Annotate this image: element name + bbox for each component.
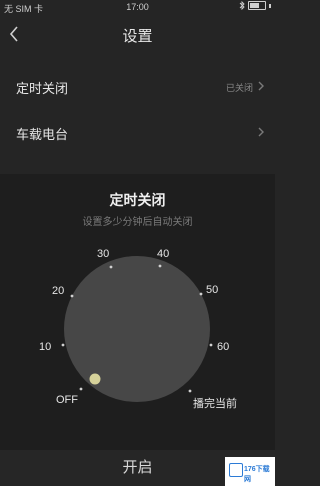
settings-menu: 定时关闭 已关闭 车载电台: [0, 64, 275, 156]
tick-label-50[interactable]: 50: [206, 284, 218, 296]
bluetooth-icon: [239, 1, 245, 10]
menu-item-car-radio[interactable]: 车载电台: [0, 110, 275, 156]
tick-dot-off: [79, 387, 83, 391]
tick-dot-60: [209, 343, 213, 347]
tick-label-10[interactable]: 10: [39, 341, 51, 353]
watermark-logo: 176下载网: [225, 457, 275, 486]
battery-icon: [248, 1, 266, 10]
battery-tip-icon: [269, 3, 271, 8]
tick-label-60[interactable]: 60: [217, 341, 229, 353]
tick-label-off[interactable]: OFF: [56, 394, 78, 406]
tick-dot-30: [109, 265, 113, 269]
menu-item-label: 车载电台: [16, 127, 69, 142]
nav-bar: 设置: [0, 14, 275, 54]
status-time: 17:00: [126, 2, 149, 12]
logo-icon: [229, 463, 243, 477]
dial-knob: [89, 373, 101, 385]
chevron-right-icon: [258, 81, 264, 91]
tick-label-30[interactable]: 30: [97, 248, 109, 260]
tick-dot-50: [199, 292, 203, 296]
watermark-text: 176下载网: [244, 466, 270, 483]
tick-dot-20: [70, 294, 74, 298]
tick-dot-end: [188, 389, 192, 393]
status-right: [239, 1, 271, 10]
tick-dot-40: [158, 264, 162, 268]
tick-label-20[interactable]: 20: [52, 285, 64, 297]
timer-dial[interactable]: [0, 174, 275, 486]
tick-label-40[interactable]: 40: [157, 248, 169, 260]
menu-item-sleep-timer[interactable]: 定时关闭 已关闭: [0, 64, 275, 110]
menu-item-value: 已关闭: [225, 83, 253, 93]
sleep-timer-panel: 定时关闭 设置多少分钟后自动关闭 OFF 10 20 30 40 50 60 播…: [0, 174, 275, 486]
page-title: 设置: [122, 28, 153, 45]
tick-dot-10: [61, 343, 65, 347]
tick-label-play-current[interactable]: 播完当前: [193, 395, 237, 411]
chevron-right-icon: [258, 127, 264, 137]
status-bar: 无 SIM 卡 17:00: [0, 0, 275, 14]
menu-item-label: 定时关闭: [16, 81, 69, 96]
dial-face: [64, 256, 210, 402]
